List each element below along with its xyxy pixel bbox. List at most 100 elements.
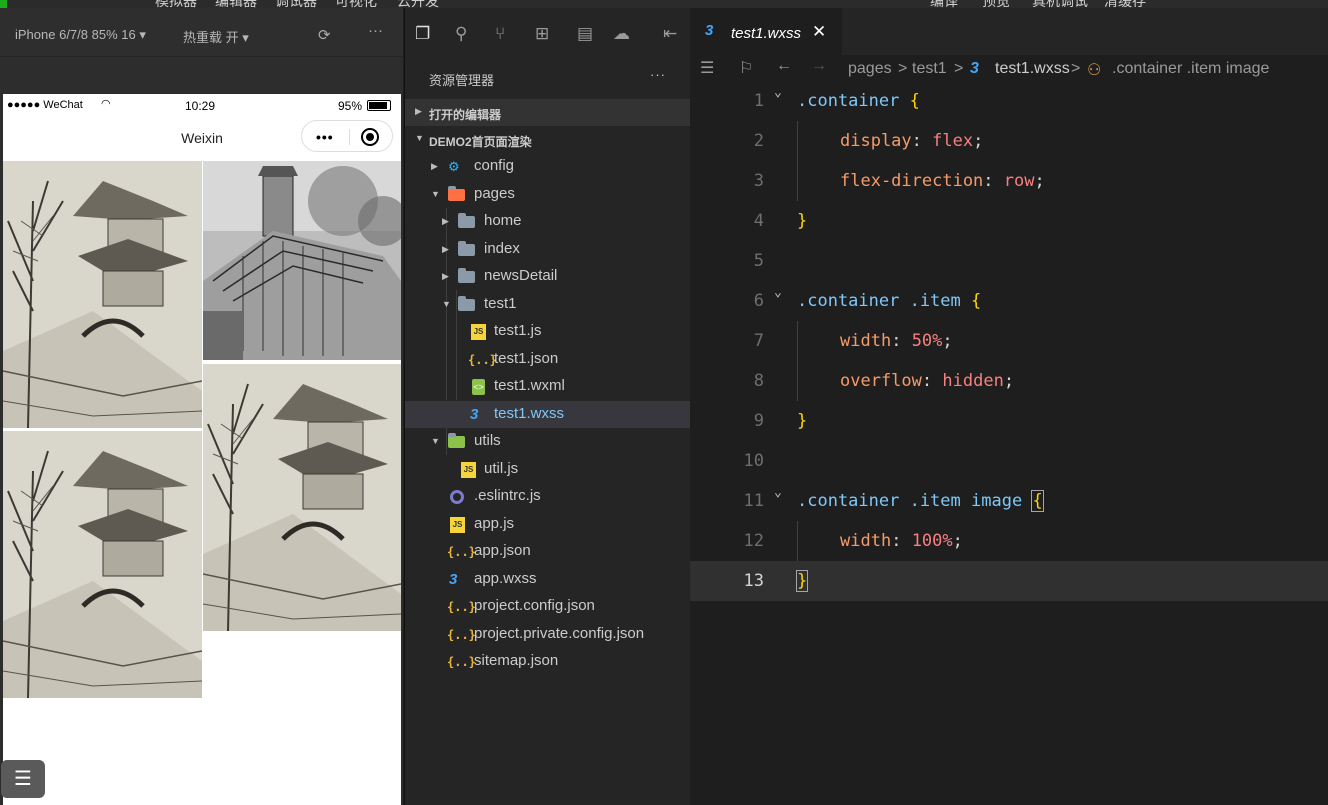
simulator-toolbar: iPhone 6/7/8 85% 16 ▾ 热重载 开 ▾ ⟳ ··· <box>0 8 403 57</box>
tree-item-app-js[interactable]: JS app.js <box>405 511 690 539</box>
tree-item-index[interactable]: ▶ index <box>405 236 690 264</box>
source-control-icon[interactable]: ⑂ <box>495 24 505 44</box>
breadcrumb: ☰ ⚐ ← → pages > test1 > 3 test1.wxss > ⚇… <box>690 55 1328 83</box>
forward-arrow-icon[interactable]: → <box>811 57 827 75</box>
extensions-icon[interactable]: ⊞ <box>535 24 549 44</box>
item-image <box>203 161 401 360</box>
tree-item-test1-wxml[interactable]: <> test1.wxml <box>405 373 690 401</box>
code-line[interactable]: 1 ⌄ .container { <box>690 81 1328 121</box>
fold-chevron-icon[interactable]: ⌄ <box>774 285 782 300</box>
record-icon[interactable] <box>361 128 379 146</box>
code-area[interactable]: 1 ⌄ .container { 2 display: flex; 3 flex… <box>690 81 1328 805</box>
device-select[interactable]: iPhone 6/7/8 85% 16 ▾ <box>15 27 146 43</box>
menu-debugger[interactable]: 调试器 <box>275 0 317 8</box>
code-line[interactable]: 8 overflow: hidden; <box>690 361 1328 401</box>
code-line[interactable]: 10 <box>690 441 1328 481</box>
bookmark-icon[interactable]: ⚐ <box>739 58 753 78</box>
tree-item-test1[interactable]: ▼ test1 <box>405 291 690 319</box>
folder-icon <box>458 213 475 228</box>
item-image <box>3 161 202 428</box>
tree-item-sitemap[interactable]: {..} sitemap.json <box>405 648 690 676</box>
collapse-panel-icon[interactable]: ⇤ <box>663 24 677 44</box>
json-file-icon: {..} <box>447 600 476 614</box>
menu-simulator[interactable]: 模拟器 <box>155 0 197 8</box>
editor-tab-bar: 3 test1.wxss ✕ <box>690 8 1328 55</box>
menu-device-debug[interactable]: 真机调试 <box>1032 0 1088 8</box>
phone-status-bar: ●●●●● WeChat ◠ 10:29 95% <box>3 94 401 116</box>
search-icon[interactable]: ⚲ <box>455 24 467 44</box>
breadcrumb-symbol[interactable]: .container .item image <box>1112 60 1269 78</box>
section-label: DEMO2首页面渲染 <box>429 135 532 149</box>
refresh-icon[interactable]: ⟳ <box>318 26 331 44</box>
section-open-editors[interactable]: ▶ 打开的编辑器 <box>405 99 690 126</box>
menu-editor[interactable]: 编辑器 <box>215 0 257 8</box>
activity-bar: ❐ ⚲ ⑂ ⊞ ▤ ☁ ⇤ <box>405 8 690 57</box>
docker-icon[interactable]: ☁ <box>613 24 630 44</box>
back-arrow-icon[interactable]: ← <box>776 57 792 75</box>
breadcrumb-pages[interactable]: pages <box>848 60 892 78</box>
outline-icon[interactable]: ☰ <box>700 58 714 78</box>
section-project[interactable]: ▼ DEMO2首页面渲染 <box>405 126 690 153</box>
status-battery-text: 95% <box>338 99 363 113</box>
tree-item-home[interactable]: ▶ home <box>405 208 690 236</box>
code-line[interactable]: 6 ⌄ .container .item { <box>690 281 1328 321</box>
code-line[interactable]: 12 width: 100%; <box>690 521 1328 561</box>
tree-item-project-private-config[interactable]: {..} project.private.config.json <box>405 621 690 649</box>
code-line-current[interactable]: 13 } <box>690 561 1328 601</box>
tree-item-app-json[interactable]: {..} app.json <box>405 538 690 566</box>
js-file-icon: JS <box>450 516 465 533</box>
js-file-icon: JS <box>461 461 476 478</box>
code-editor: 3 test1.wxss ✕ ☰ ⚐ ← → pages > test1 > 3… <box>690 8 1328 805</box>
tree-item-eslintrc[interactable]: .eslintrc.js <box>405 483 690 511</box>
wxml-file-icon: <> <box>472 379 485 395</box>
code-line[interactable]: 4 } <box>690 201 1328 241</box>
menu-preview[interactable]: 预览 <box>982 0 1010 8</box>
folder-icon <box>458 240 475 256</box>
tree-item-test1-wxss[interactable]: 3 test1.wxss <box>405 400 690 428</box>
menu-dots-icon[interactable]: ••• <box>316 129 334 145</box>
code-line[interactable]: 11 ⌄ .container .item image { <box>690 481 1328 521</box>
capsule-menu[interactable]: ••• <box>301 120 393 152</box>
tree-item-test1-json[interactable]: {..} test1.json <box>405 346 690 374</box>
tree-item-pages[interactable]: ▼ pages <box>405 181 690 209</box>
code-line[interactable]: 2 display: flex; <box>690 121 1328 161</box>
hot-reload-toggle[interactable]: 热重载 开 ▾ <box>183 27 249 46</box>
menu-compile[interactable]: 编译 <box>930 0 958 8</box>
menu-visual[interactable]: 可视化 <box>335 0 377 8</box>
file-tree: ▶ ⚙ config ▼ pages ▶ home ▶ index ▶ news… <box>405 153 690 676</box>
code-line[interactable]: 5 <box>690 241 1328 281</box>
item-image <box>3 431 202 698</box>
more-icon[interactable]: ··· <box>368 22 383 39</box>
menu-cloud[interactable]: 云开发 <box>397 0 439 8</box>
code-line[interactable]: 3 flex-direction: row; <box>690 161 1328 201</box>
list-icon[interactable]: ☰ <box>1 760 45 798</box>
close-icon[interactable]: ✕ <box>812 22 826 42</box>
json-file-icon: {..} <box>447 655 476 669</box>
breadcrumb-separator: > <box>898 60 908 77</box>
fold-chevron-icon[interactable]: ⌄ <box>774 85 782 100</box>
tree-item-utils[interactable]: ▼ utils <box>405 428 690 456</box>
storage-icon[interactable]: ▤ <box>577 24 593 44</box>
breadcrumb-test1[interactable]: test1 <box>912 60 947 78</box>
breadcrumb-file[interactable]: test1.wxss <box>995 60 1070 78</box>
tree-item-util-js[interactable]: JS util.js <box>405 456 690 484</box>
folder-open-icon <box>458 295 475 311</box>
wifi-icon: ◠ <box>101 98 111 110</box>
css-file-icon: 3 <box>449 570 458 588</box>
files-icon[interactable]: ❐ <box>415 24 430 44</box>
code-line[interactable]: 9 } <box>690 401 1328 441</box>
tree-item-newsdetail[interactable]: ▶ newsDetail <box>405 263 690 291</box>
tree-item-app-wxss[interactable]: 3 app.wxss <box>405 566 690 594</box>
more-icon[interactable]: ··· <box>650 67 666 82</box>
tree-item-test1-js[interactable]: JS test1.js <box>405 318 690 346</box>
css-file-icon: 3 <box>970 60 979 77</box>
tree-item-project-config[interactable]: {..} project.config.json <box>405 593 690 621</box>
fold-chevron-icon[interactable]: ⌄ <box>774 485 782 500</box>
json-file-icon: {..} <box>447 545 476 559</box>
simulator-panel: iPhone 6/7/8 85% 16 ▾ 热重载 开 ▾ ⟳ ··· ●●●●… <box>0 8 403 805</box>
explorer-header: 资源管理器 ··· <box>405 57 690 99</box>
menu-clear-cache[interactable]: 清缓存 <box>1104 0 1146 8</box>
tab-test1-wxss[interactable]: 3 test1.wxss ✕ <box>690 8 842 55</box>
tree-item-config[interactable]: ▶ ⚙ config <box>405 153 690 181</box>
code-line[interactable]: 7 width: 50%; <box>690 321 1328 361</box>
